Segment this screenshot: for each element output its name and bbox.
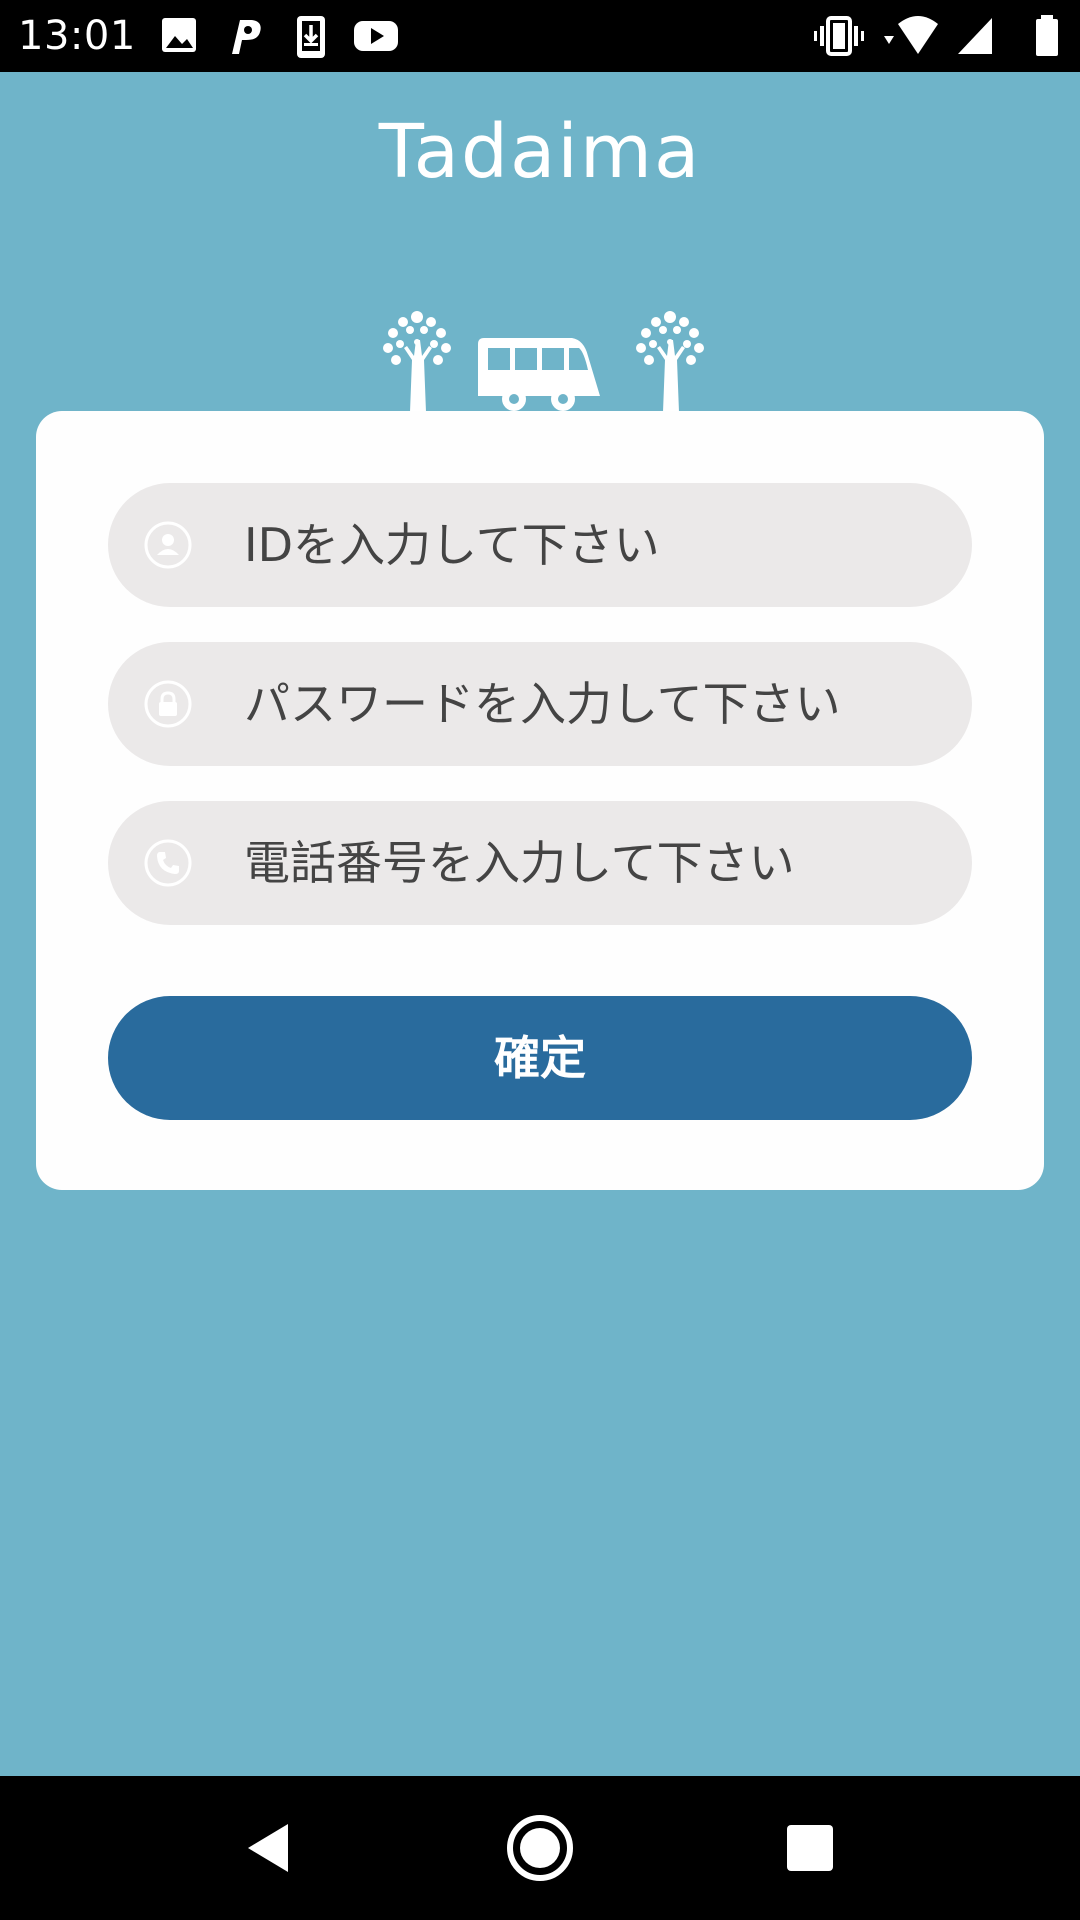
tree-icon bbox=[636, 311, 704, 412]
trees-and-bus-illustration bbox=[360, 300, 720, 412]
recents-icon[interactable] bbox=[770, 1776, 850, 1920]
back-icon[interactable] bbox=[230, 1776, 310, 1920]
id-field[interactable]: IDを入力して下さい bbox=[108, 483, 972, 607]
battery-icon bbox=[1032, 14, 1062, 58]
password-field[interactable]: パスワードを入力して下さい bbox=[108, 642, 972, 766]
tree-icon bbox=[383, 311, 451, 412]
login-card: IDを入力して下さい パスワードを入力して下さい 電話番号を入力して下さい 確定 bbox=[36, 411, 1044, 1190]
status-time: 13:01 bbox=[18, 13, 136, 59]
youtube-icon bbox=[352, 14, 400, 58]
lock-icon bbox=[144, 680, 192, 728]
status-bar: 13:01 bbox=[0, 0, 1080, 72]
image-icon bbox=[160, 14, 198, 58]
phone-icon bbox=[144, 839, 192, 887]
wifi-icon bbox=[882, 14, 946, 58]
person-icon bbox=[144, 521, 192, 569]
bus-icon bbox=[478, 338, 600, 411]
phone-field-placeholder: 電話番号を入力して下さい bbox=[244, 836, 795, 890]
cell-signal-icon bbox=[956, 14, 996, 58]
id-field-placeholder: IDを入力して下さい bbox=[244, 518, 660, 572]
parking-app-icon bbox=[226, 14, 264, 58]
app-logo: Tadaima bbox=[378, 109, 702, 195]
submit-button[interactable]: 確定 bbox=[108, 996, 972, 1120]
navigation-bar bbox=[0, 1776, 1080, 1920]
phone-field[interactable]: 電話番号を入力して下さい bbox=[108, 801, 972, 925]
home-icon[interactable] bbox=[500, 1776, 580, 1920]
vibrate-icon bbox=[814, 14, 864, 58]
download-icon bbox=[294, 14, 328, 60]
password-field-placeholder: パスワードを入力して下さい bbox=[244, 677, 841, 731]
